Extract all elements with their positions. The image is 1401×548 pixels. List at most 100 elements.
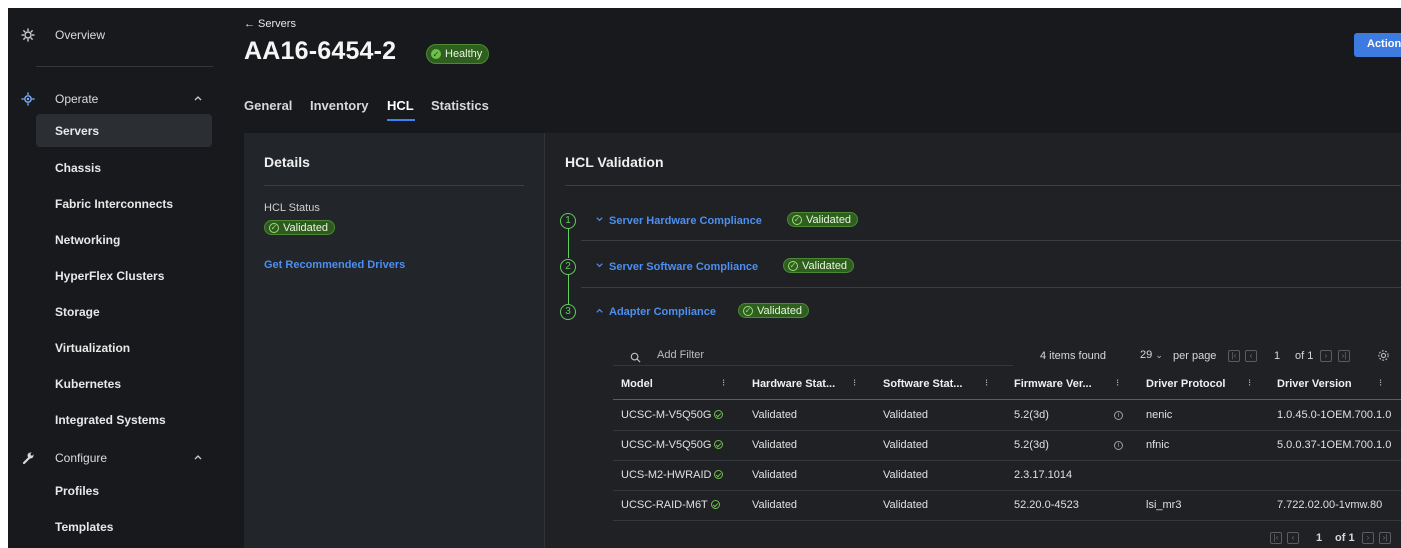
hcl-status-value: Validated bbox=[283, 221, 329, 234]
hardware-status-cell: Validated bbox=[752, 499, 798, 511]
settings-gear-icon[interactable] bbox=[1377, 349, 1390, 367]
sort-icon[interactable]: ⁝ bbox=[853, 378, 856, 389]
hcl-divider bbox=[565, 185, 1401, 186]
page-number[interactable]: 1 bbox=[1274, 350, 1280, 362]
sort-icon[interactable]: ⁝ bbox=[985, 378, 988, 389]
first-page-icon[interactable]: |‹ bbox=[1228, 350, 1240, 362]
sort-icon[interactable]: ⁝ bbox=[722, 378, 725, 389]
app-frame: Overview Operate Servers Chassis Fabric … bbox=[8, 8, 1401, 548]
sidebar-item-chassis[interactable]: Chassis bbox=[8, 152, 220, 184]
column-header-driver-protocol[interactable]: Driver Protocol bbox=[1146, 378, 1225, 390]
server-hardware-compliance-toggle[interactable]: Server Hardware Compliance bbox=[609, 215, 762, 227]
hcl-validation-title: HCL Validation bbox=[565, 154, 664, 170]
sidebar-item-fabric-interconnects[interactable]: Fabric Interconnects bbox=[8, 188, 220, 220]
chevron-down-icon[interactable] bbox=[595, 215, 604, 226]
info-icon[interactable]: i bbox=[1114, 411, 1123, 420]
column-header-model[interactable]: Model bbox=[621, 378, 653, 390]
tab-hcl[interactable]: HCL bbox=[387, 98, 414, 113]
sidebar-item-label: Networking bbox=[55, 233, 121, 247]
sidebar-item-integrated-systems[interactable]: Integrated Systems bbox=[8, 404, 220, 436]
first-page-icon[interactable]: |‹ bbox=[1270, 532, 1282, 544]
check-circle-icon: ✓ bbox=[788, 260, 798, 271]
table-row[interactable]: UCSC-M-V5Q50G bbox=[621, 439, 724, 451]
table-row[interactable]: UCSC-RAID-M6T bbox=[621, 499, 720, 511]
chevron-down-icon: ⌄ bbox=[1155, 350, 1163, 360]
prev-page-icon[interactable]: ‹ bbox=[1287, 532, 1299, 544]
step-status-badge: ✓ Validated bbox=[783, 258, 855, 273]
server-software-compliance-toggle[interactable]: Server Software Compliance bbox=[609, 261, 758, 273]
adapter-compliance-toggle[interactable]: Adapter Compliance bbox=[609, 306, 716, 318]
row-divider bbox=[613, 520, 1401, 521]
tab-statistics[interactable]: Statistics bbox=[431, 98, 489, 113]
column-header-driver-version[interactable]: Driver Version bbox=[1277, 378, 1352, 390]
sidebar-item-overview[interactable]: Overview bbox=[8, 19, 220, 51]
sidebar-item-label: Profiles bbox=[55, 484, 100, 498]
info-icon[interactable]: i bbox=[1114, 441, 1123, 450]
details-panel: Details HCL Status ✓ Validated Get Recom… bbox=[244, 133, 544, 548]
sidebar-item-label: Fabric Interconnects bbox=[55, 197, 174, 211]
chevron-up-icon[interactable] bbox=[595, 306, 604, 317]
step-number: 2 bbox=[560, 259, 576, 275]
sidebar-item-label: Servers bbox=[55, 124, 100, 138]
column-header-firmware-version[interactable]: Firmware Ver... bbox=[1014, 378, 1092, 390]
tab-inventory[interactable]: Inventory bbox=[310, 98, 369, 113]
last-page-icon[interactable]: ›| bbox=[1379, 532, 1391, 544]
model-cell: UCSC-RAID-M6T bbox=[621, 499, 708, 511]
check-circle-icon bbox=[714, 440, 724, 449]
model-cell: UCSC-M-V5Q50G bbox=[621, 409, 712, 421]
health-status-label: Healthy bbox=[445, 48, 483, 60]
check-circle-icon: ✓ bbox=[269, 222, 279, 233]
sort-icon[interactable]: ⁝ bbox=[1379, 378, 1382, 389]
sidebar-item-label: Storage bbox=[55, 305, 100, 319]
page-number[interactable]: 1 bbox=[1316, 532, 1322, 544]
sidebar-item-label: Overview bbox=[55, 28, 106, 42]
action-button[interactable]: Action bbox=[1354, 33, 1401, 57]
column-header-software-status[interactable]: Software Stat... bbox=[883, 378, 962, 390]
sidebar-item-profiles[interactable]: Profiles bbox=[8, 475, 220, 507]
per-page-select[interactable]: 29 ⌄ bbox=[1140, 349, 1163, 361]
sidebar-item-networking[interactable]: Networking bbox=[8, 224, 220, 256]
get-recommended-drivers-link[interactable]: Get Recommended Drivers bbox=[264, 259, 405, 271]
header-divider bbox=[613, 399, 1401, 400]
active-tab-indicator bbox=[387, 119, 415, 121]
details-divider bbox=[264, 185, 524, 186]
step-status-label: Validated bbox=[757, 304, 803, 317]
sidebar-item-label: Kubernetes bbox=[55, 377, 122, 391]
chevron-up-icon[interactable] bbox=[192, 452, 204, 464]
sidebar-section-configure[interactable]: Configure bbox=[8, 442, 220, 474]
chevron-up-icon[interactable] bbox=[192, 93, 204, 105]
sidebar-item-kubernetes[interactable]: Kubernetes bbox=[8, 368, 220, 400]
sidebar-item-label: Chassis bbox=[55, 161, 102, 175]
prev-page-icon[interactable]: ‹ bbox=[1245, 350, 1257, 362]
sidebar-item-storage[interactable]: Storage bbox=[8, 296, 220, 328]
row-divider bbox=[613, 430, 1401, 431]
sidebar-item-label: HyperFlex Clusters bbox=[55, 269, 165, 283]
tab-general[interactable]: General bbox=[244, 98, 292, 113]
software-status-cell: Validated bbox=[883, 439, 929, 451]
page-title: AA16-6454-2 bbox=[244, 37, 397, 65]
sidebar-section-operate[interactable]: Operate bbox=[8, 83, 220, 115]
sidebar-item-templates[interactable]: Templates bbox=[8, 511, 220, 543]
step-status-label: Validated bbox=[802, 259, 848, 272]
sidebar-item-servers[interactable]: Servers bbox=[8, 115, 220, 147]
hcl-validation-panel: HCL Validation bbox=[544, 133, 1401, 548]
step-number: 1 bbox=[560, 213, 576, 229]
chevron-down-icon[interactable] bbox=[595, 261, 604, 272]
column-header-hardware-status[interactable]: Hardware Stat... bbox=[752, 378, 835, 390]
check-icon: ✓ bbox=[431, 49, 441, 59]
sidebar-item-hyperflex-clusters[interactable]: HyperFlex Clusters bbox=[8, 260, 220, 292]
next-page-icon[interactable]: › bbox=[1362, 532, 1374, 544]
table-row[interactable]: UCS-M2-HWRAID bbox=[621, 469, 724, 481]
add-filter-input[interactable]: Add Filter bbox=[657, 349, 704, 361]
firmware-version-cell: 52.20.0-4523 bbox=[1014, 499, 1079, 511]
breadcrumb[interactable]: ← Servers bbox=[244, 18, 296, 30]
table-row[interactable]: UCSC-M-V5Q50G bbox=[621, 409, 724, 421]
step-number: 3 bbox=[560, 304, 576, 320]
hcl-status-badge: ✓ Validated bbox=[264, 220, 336, 235]
sort-icon[interactable]: ⁝ bbox=[1116, 378, 1119, 389]
next-page-icon[interactable]: › bbox=[1320, 350, 1332, 362]
sidebar-item-label: Operate bbox=[55, 92, 99, 106]
sidebar-item-virtualization[interactable]: Virtualization bbox=[8, 332, 220, 364]
sort-icon[interactable]: ⁝ bbox=[1248, 378, 1251, 389]
last-page-icon[interactable]: ›| bbox=[1338, 350, 1350, 362]
